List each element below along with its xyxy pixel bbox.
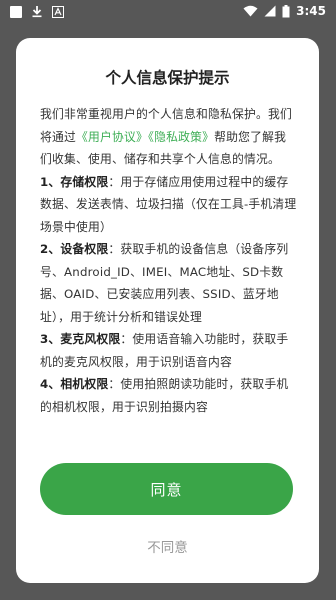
intro-paragraph: 我们非常重视用户的个人信息和隐私保护。我们将通过《用户协议》《隐私政策》帮助您了… xyxy=(40,103,298,171)
a-box-icon xyxy=(52,5,64,18)
battery-icon xyxy=(282,4,290,17)
section-name: 设备权限 xyxy=(60,242,109,256)
privacy-policy-link[interactable]: 《隐私政策》 xyxy=(148,130,214,144)
section-name: 存储权限 xyxy=(60,174,109,189)
section-number: 2、 xyxy=(40,242,61,256)
agree-button[interactable]: 同意 xyxy=(40,463,293,515)
status-time: 3:45 xyxy=(296,4,326,18)
permission-device: 2、设备权限：获取手机的设备信息（设备序列号、Android_ID、IMEI、M… xyxy=(40,238,298,328)
app-square-icon xyxy=(10,5,22,18)
privacy-dialog: 个人信息保护提示 我们非常重视用户的个人信息和隐私保护。我们将通过《用户协议》《… xyxy=(16,38,319,583)
status-bar: 3:45 xyxy=(0,0,336,24)
section-number: 1、 xyxy=(40,174,61,189)
permission-microphone: 3、麦克风权限：使用语音输入功能时，获取手机的麦克风权限，用于识别语音内容 xyxy=(40,328,298,373)
disagree-button[interactable]: 不同意 xyxy=(16,536,319,556)
signal-icon xyxy=(264,5,276,17)
permission-camera: 4、相机权限：使用拍照朗读功能时，获取手机的相机权限，用于识别拍摄内容 xyxy=(40,373,298,418)
dialog-content: 我们非常重视用户的个人信息和隐私保护。我们将通过《用户协议》《隐私政策》帮助您了… xyxy=(40,103,298,418)
wifi-icon xyxy=(243,5,258,17)
dialog-title: 个人信息保护提示 xyxy=(105,69,230,87)
section-name: 相机权限 xyxy=(60,377,109,391)
section-name: 麦克风权限 xyxy=(60,332,121,346)
user-agreement-link[interactable]: 《用户协议》 xyxy=(76,130,148,144)
section-number: 3、 xyxy=(40,332,61,346)
permission-storage: 1、存储权限：用于存储应用使用过程中的缓存数据、发送表情、垃圾扫描（仅在工具-手… xyxy=(40,171,298,239)
section-number: 4、 xyxy=(40,377,61,391)
download-icon xyxy=(32,6,42,18)
